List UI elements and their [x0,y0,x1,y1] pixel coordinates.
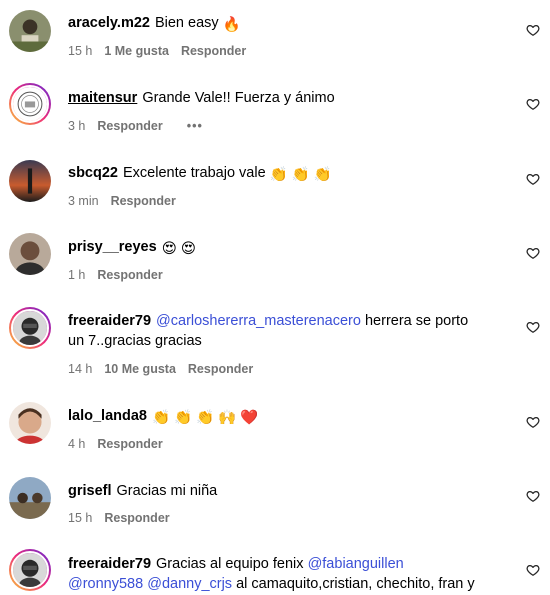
fire-emoji: 🔥 [222,17,241,33]
avatar[interactable] [9,160,51,202]
heart-eyes-emoji: 😍 😍 [161,241,196,257]
heart-icon[interactable] [526,97,540,111]
mention-link[interactable]: @carloshererra_masterenacero [156,313,361,329]
comment-time: 3 h [68,119,86,133]
comment-username[interactable]: grisefl [68,483,112,499]
heart-icon[interactable] [526,172,540,186]
comment-username[interactable]: freeraider79 [68,313,151,329]
comment-text: herrera se porto [364,313,469,329]
comment-username[interactable]: sbcq22 [68,165,118,181]
avatar[interactable] [9,10,51,52]
avatar[interactable] [9,233,51,275]
mention-link[interactable]: @ronny588 [68,576,143,592]
avatar[interactable] [9,549,51,591]
reply-button[interactable]: Responder [97,437,162,451]
reply-button[interactable]: Responder [97,268,162,282]
heart-icon[interactable] [526,246,540,260]
reply-button[interactable]: Responder [188,362,253,376]
heart-icon[interactable] [526,320,540,334]
heart-icon[interactable] [526,563,540,577]
avatar[interactable] [9,307,51,349]
reply-button[interactable]: Responder [181,44,246,58]
comment-time: 15 h [68,511,93,525]
comment-time: 3 min [68,194,99,208]
more-options-icon[interactable]: ••• [187,119,203,133]
comment-username[interactable]: freeraider79 [68,556,151,572]
heart-icon[interactable] [526,489,540,503]
comment-time: 4 h [68,437,86,451]
avatar[interactable] [9,83,51,125]
clapping-emoji: 👏 👏 👏 🙌 ❤️ [151,410,259,426]
comment-text: Gracias mi niña [116,483,218,499]
like-count[interactable]: 10 Me gusta [104,362,176,376]
mention-link[interactable]: @fabianguillen [308,556,404,572]
comment-time: 1 h [68,268,86,282]
comment-time: 14 h [68,362,93,376]
reply-button[interactable]: Responder [97,119,162,133]
comment-text: Gracias al equipo fenix [156,556,304,572]
comment-text: Excelente trabajo vale [122,165,266,181]
comment-text-continued: al camaquito,cristian, chechito, fran y [236,576,475,592]
clapping-emoji: 👏 👏 👏 [269,167,332,183]
comment-username[interactable]: maitensur [68,90,137,106]
reply-button[interactable]: Responder [104,511,169,525]
heart-icon[interactable] [526,415,540,429]
comment-text-continued: un 7..gracias gracias [68,333,202,349]
comment-time: 15 h [68,44,93,58]
reply-button[interactable]: Responder [111,194,176,208]
like-count[interactable]: 1 Me gusta [104,44,169,58]
comment-text: Bien easy [154,15,219,31]
comment-username[interactable]: prisy__reyes [68,239,157,255]
avatar[interactable] [9,477,51,519]
comment-text: Grande Vale!! Fuerza y ánimo [142,90,335,106]
comment-username[interactable]: aracely.m22 [68,15,150,31]
comment-username[interactable]: lalo_landa8 [68,408,147,424]
avatar[interactable] [9,402,51,444]
heart-icon[interactable] [526,23,540,37]
mention-link[interactable]: @danny_crjs [147,576,232,592]
